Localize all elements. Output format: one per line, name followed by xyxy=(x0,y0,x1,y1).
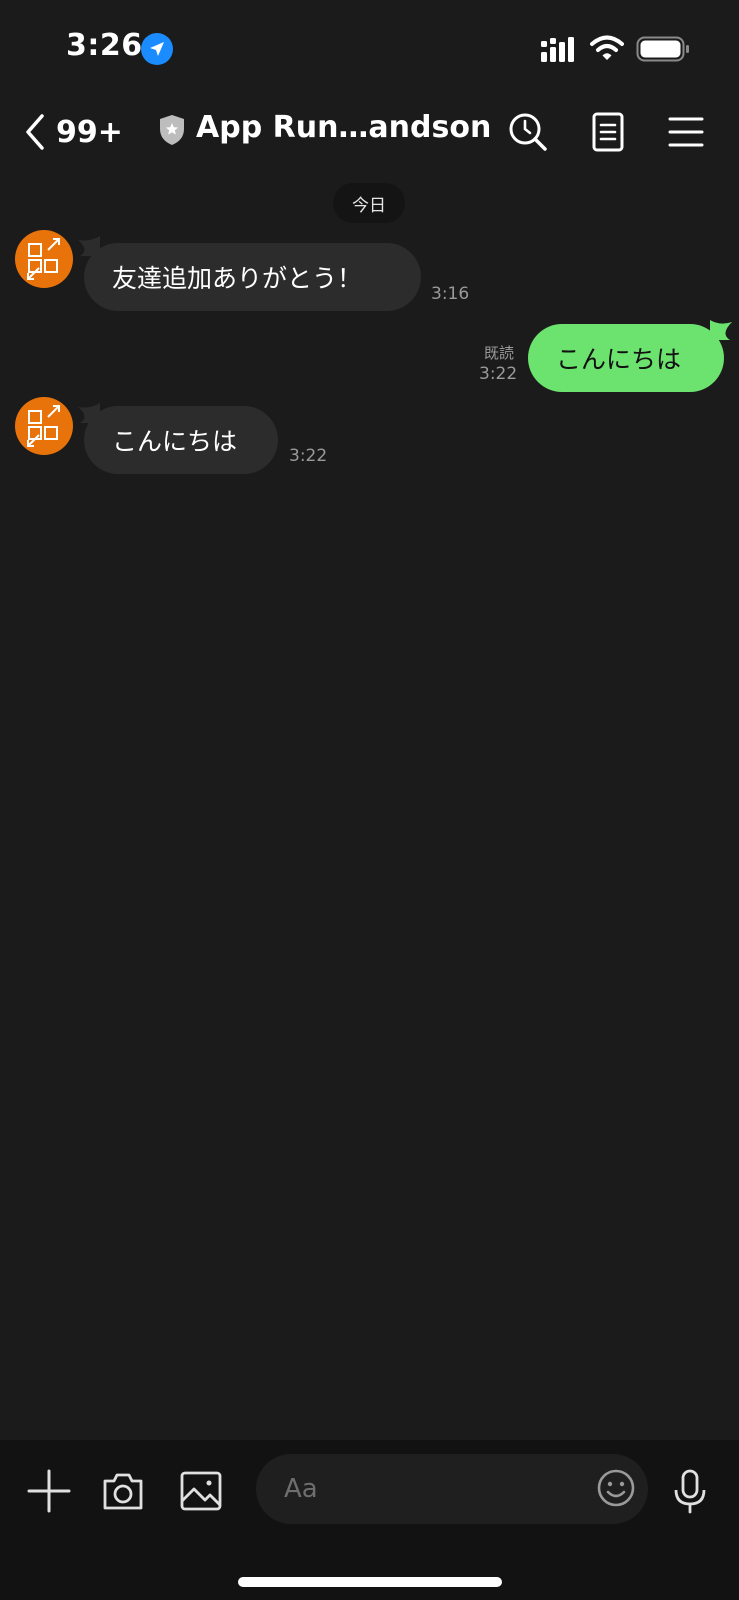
avatar-logo-icon xyxy=(27,405,60,447)
avatar-logo-icon xyxy=(27,238,60,280)
chat-title[interactable]: App Run…andson xyxy=(196,110,491,145)
message-input-wrapper xyxy=(256,1454,648,1524)
location-arrow-icon xyxy=(141,33,173,65)
message-time: 3:22 xyxy=(289,446,328,466)
back-chevron-icon xyxy=(26,114,44,150)
chat-screen: 3:26 99+ App Run…andson 今日 友達追加ありがとう！ 3:… xyxy=(0,0,739,1600)
home-indicator[interactable] xyxy=(238,1577,502,1587)
notes-icon[interactable] xyxy=(586,110,630,154)
read-receipt: 既読 xyxy=(484,344,515,362)
date-chip: 今日 xyxy=(333,183,405,223)
avatar[interactable] xyxy=(15,397,73,455)
camera-icon[interactable] xyxy=(100,1468,146,1514)
menu-icon[interactable] xyxy=(664,110,708,154)
message-time: 3:16 xyxy=(431,284,470,304)
microphone-icon[interactable] xyxy=(668,1468,712,1514)
image-icon[interactable] xyxy=(178,1468,224,1514)
back-button[interactable]: 99+ xyxy=(22,110,123,154)
message-bubble-incoming[interactable]: 友達追加ありがとう！ xyxy=(84,243,421,311)
unread-count: 99+ xyxy=(56,114,123,150)
battery-icon xyxy=(636,36,689,62)
signal-icon xyxy=(541,37,574,62)
status-bar: 3:26 xyxy=(0,0,739,100)
search-icon[interactable] xyxy=(506,110,550,154)
bubble-tail xyxy=(710,320,732,340)
shield-icon xyxy=(160,115,184,145)
message-bubble-outgoing[interactable]: こんにちは xyxy=(528,324,724,392)
avatar[interactable] xyxy=(15,230,73,288)
emoji-icon[interactable] xyxy=(596,1468,636,1508)
wifi-icon xyxy=(590,35,624,60)
message-bubble-incoming[interactable]: こんにちは xyxy=(84,406,278,474)
message-time: 3:22 xyxy=(479,364,518,384)
plus-icon[interactable] xyxy=(26,1468,72,1514)
composer-bar xyxy=(0,1440,739,1600)
message-input[interactable] xyxy=(256,1454,648,1524)
chat-header: 99+ App Run…andson xyxy=(0,100,739,164)
status-time: 3:26 xyxy=(66,28,143,63)
